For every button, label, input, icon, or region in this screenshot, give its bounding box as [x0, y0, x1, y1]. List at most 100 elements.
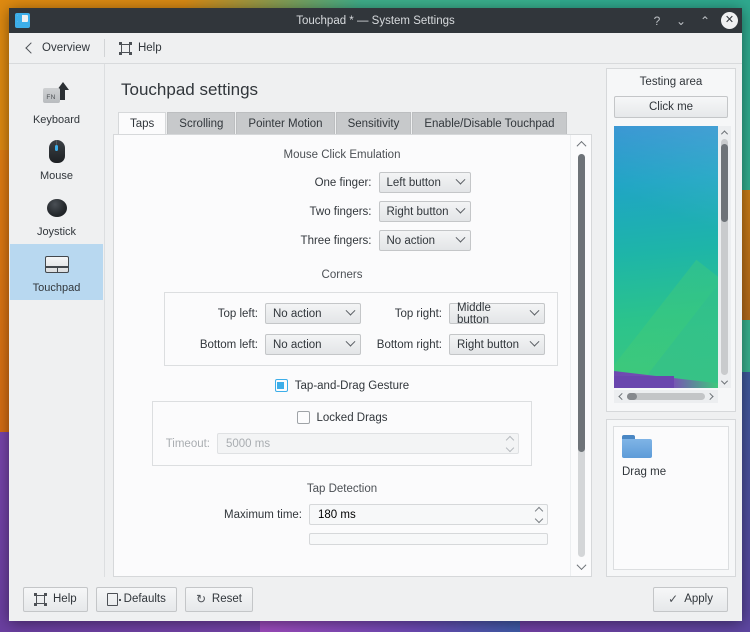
bottom-left-label: Bottom left: [177, 339, 265, 351]
tap-and-drag-row[interactable]: Tap-and-Drag Gesture [114, 379, 570, 392]
window-body: FN Keyboard Mouse Joystick [9, 64, 742, 577]
stepper-arrows-icon[interactable] [503, 437, 516, 451]
sidebar-item-label: Touchpad [33, 282, 81, 294]
partial-row-cutoff [114, 533, 570, 545]
testing-horizontal-scrollbar[interactable] [614, 390, 718, 403]
max-time-label: Maximum time: [144, 509, 309, 521]
folder-icon [622, 435, 652, 459]
overview-back-button[interactable]: Overview [19, 39, 98, 57]
window-controls: ? ⌄ ⌃ ✕ [649, 12, 738, 29]
mouse-click-emulation-title: Mouse Click Emulation [114, 149, 570, 161]
two-fingers-value: Right button [387, 206, 449, 218]
defaults-button[interactable]: Defaults [96, 587, 177, 612]
tab-taps[interactable]: Taps [118, 112, 166, 134]
tab-enable-disable-touchpad[interactable]: Enable/Disable Touchpad [412, 112, 566, 134]
timeout-value: 5000 ms [226, 438, 503, 450]
top-left-value: No action [273, 308, 339, 320]
scrollbar-thumb[interactable] [578, 154, 585, 452]
scrollbar-track[interactable] [627, 393, 705, 400]
help-icon [34, 593, 47, 606]
max-time-spinbox[interactable]: 180 ms [309, 504, 548, 525]
scrollbar-track[interactable] [721, 139, 728, 375]
two-fingers-combobox[interactable]: Right button [379, 201, 471, 222]
one-finger-combobox[interactable]: Left button [379, 172, 471, 193]
scrollbar-thumb[interactable] [721, 144, 728, 222]
system-settings-window: Touchpad * — System Settings ? ⌄ ⌃ ✕ Ove… [9, 8, 742, 621]
three-fingers-label: Three fingers: [214, 235, 379, 247]
three-fingers-combobox[interactable]: No action [379, 230, 471, 251]
sidebar-item-touchpad[interactable]: Touchpad [10, 244, 103, 300]
sidebar-item-joystick[interactable]: Joystick [10, 188, 103, 244]
scroll-left-arrow-icon[interactable] [615, 391, 626, 402]
scrollbar-thumb[interactable] [627, 393, 637, 400]
tab-scrolling[interactable]: Scrolling [167, 112, 235, 134]
scroll-up-arrow-icon[interactable] [576, 139, 587, 150]
tab-pointer-motion[interactable]: Pointer Motion [236, 112, 334, 134]
minimize-window-button[interactable]: ⌄ [673, 13, 689, 29]
scroll-right-arrow-icon[interactable] [706, 391, 717, 402]
tab-content-panel: Mouse Click Emulation One finger: Left b… [113, 134, 592, 577]
reset-button[interactable]: ↺ Reset [185, 587, 253, 612]
three-fingers-value: No action [387, 235, 449, 247]
bottom-right-combobox[interactable]: Right button [449, 334, 545, 355]
sidebar-item-mouse[interactable]: Mouse [10, 132, 103, 188]
help-button-label: Help [53, 593, 77, 605]
toolbar-separator [104, 39, 105, 57]
timeout-spinbox[interactable]: 5000 ms [217, 433, 519, 454]
testing-image-view[interactable] [614, 126, 728, 388]
locked-drags-group: Locked Drags Timeout: 5000 ms [152, 401, 532, 466]
maximize-window-button[interactable]: ⌃ [697, 13, 713, 29]
drag-me-label: Drag me [622, 466, 720, 478]
chevron-down-icon [455, 175, 465, 185]
drag-area-box: Drag me [606, 419, 736, 577]
tap-and-drag-checkbox[interactable] [275, 379, 288, 392]
close-window-button[interactable]: ✕ [721, 12, 738, 29]
locked-drags-label: Locked Drags [317, 412, 388, 424]
top-right-combobox[interactable]: Middle button [449, 303, 545, 324]
mouse-icon [42, 137, 72, 167]
window-title: Touchpad * — System Settings [9, 15, 742, 27]
window-titlebar[interactable]: Touchpad * — System Settings ? ⌄ ⌃ ✕ [9, 8, 742, 33]
corners-title: Corners [114, 269, 570, 281]
chevron-down-icon [455, 204, 465, 214]
scroll-down-arrow-icon[interactable] [720, 377, 730, 387]
drag-target[interactable]: Drag me [613, 426, 729, 570]
scroll-down-arrow-icon[interactable] [576, 561, 587, 572]
locked-drags-row[interactable]: Locked Drags [165, 411, 519, 424]
bottom-left-combobox[interactable]: No action [265, 334, 361, 355]
apply-button-label: Apply [684, 593, 713, 605]
help-toolbar-button[interactable]: Help [111, 39, 170, 58]
help-window-button[interactable]: ? [649, 13, 665, 29]
top-right-value: Middle button [457, 302, 523, 326]
sidebar-item-label: Mouse [40, 170, 73, 182]
tap-detection-title: Tap Detection [114, 483, 570, 495]
top-left-combobox[interactable]: No action [265, 303, 361, 324]
chevron-down-icon [455, 233, 465, 243]
locked-drags-checkbox[interactable] [297, 411, 310, 424]
scroll-up-arrow-icon[interactable] [720, 127, 730, 137]
bottom-right-cell: Bottom right: Right button [361, 334, 545, 355]
tab-sensitivity[interactable]: Sensitivity [336, 112, 412, 134]
content-scrollbar[interactable] [570, 135, 591, 576]
window-footer: Help Defaults ↺ Reset ✓ Apply [9, 577, 742, 621]
chevron-down-icon [530, 337, 540, 347]
three-fingers-row: Three fingers: No action [114, 230, 570, 251]
sidebar-item-label: Keyboard [33, 114, 80, 126]
help-button[interactable]: Help [23, 587, 88, 612]
testing-vertical-scrollbar[interactable] [718, 126, 731, 388]
corners-bottom-row: Bottom left: No action Bottom right: Rig… [177, 334, 545, 355]
click-me-button[interactable]: Click me [614, 96, 728, 118]
sidebar-item-keyboard[interactable]: FN Keyboard [10, 76, 103, 132]
overview-label: Overview [42, 42, 90, 54]
undo-icon: ↺ [196, 592, 206, 606]
help-icon [119, 42, 132, 55]
chevron-left-icon [25, 42, 36, 53]
apply-button[interactable]: ✓ Apply [653, 587, 728, 612]
stepper-arrows-icon[interactable] [532, 508, 545, 522]
chevron-down-icon [530, 306, 540, 316]
touchpad-icon [42, 249, 72, 279]
scrollbar-track[interactable] [578, 154, 585, 557]
next-spinbox-partial[interactable] [309, 533, 548, 545]
timeout-row: Timeout: 5000 ms [165, 433, 519, 454]
two-fingers-row: Two fingers: Right button [114, 201, 570, 222]
